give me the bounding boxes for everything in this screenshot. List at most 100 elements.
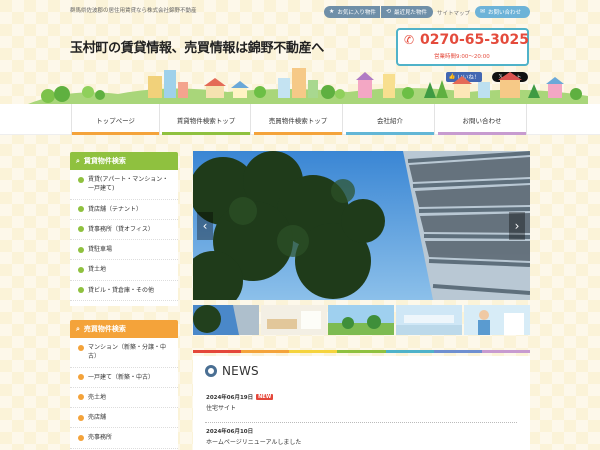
rent-item-residential[interactable]: 賃貸(アパート・マンション・一戸建て): [70, 170, 178, 200]
rent-heading-label: 賃貸物件検索: [83, 157, 126, 165]
nav-sale-search[interactable]: 売買物件検索トップ: [254, 104, 343, 135]
list-item-label: 賃貸(アパート・マンション・一戸建て): [88, 176, 169, 193]
new-badge: NEW: [256, 394, 274, 400]
rainbow-segment: [241, 350, 290, 353]
nav-underline: [254, 132, 342, 135]
slider-thumbnail-2[interactable]: [261, 305, 327, 335]
list-item-label: 貸事務所（貸オフィス）: [88, 225, 154, 233]
business-hours: 営業時間9:00～20:00: [434, 54, 490, 60]
search-icon: ⌕: [76, 156, 80, 165]
rainbow-segment: [433, 350, 482, 353]
list-item-label: 貸ビル・貸倉庫・その他: [88, 286, 155, 294]
phone-number: 0270-65-3025: [420, 32, 530, 48]
nav-top-page[interactable]: トップページ: [71, 104, 160, 135]
nav-underline: [162, 132, 250, 135]
slider-prev-button[interactable]: ‹: [197, 212, 213, 240]
sale-item-house[interactable]: 一戸建て（新築・中古）: [70, 368, 178, 388]
list-item-label: 売事務所: [88, 434, 113, 442]
sale-item-office[interactable]: 売事務所: [70, 428, 178, 449]
sale-search-heading: ⌕ 売買物件検索: [70, 320, 178, 338]
nav-rent-search[interactable]: 賃貸物件検索トップ: [162, 104, 251, 135]
news-date: 2024年06月19日 NEW: [206, 393, 274, 401]
rent-item-land[interactable]: 貸土地: [70, 260, 178, 281]
nav-underline: [438, 132, 526, 135]
bullet-icon: [78, 434, 84, 441]
slider-next-button[interactable]: ›: [509, 212, 525, 240]
rainbow-divider: [193, 350, 530, 353]
list-item-label: 貸店舗（テナント）: [88, 205, 143, 213]
rent-search-heading: ⌕ 賃貸物件検索: [70, 152, 178, 170]
sale-item-mansion[interactable]: マンション（新築・分譲・中古）: [70, 338, 178, 368]
news-item-link[interactable]: ホームページリニューアルしました: [206, 437, 301, 446]
news-item-link[interactable]: 住宅サイト: [206, 403, 236, 412]
history-icon: ⟲: [386, 8, 392, 15]
header-contact-button[interactable]: ✉ お問い合わせ: [475, 6, 530, 18]
star-icon: ★: [329, 8, 335, 15]
rainbow-segment: [481, 350, 530, 353]
site-tagline: 群馬県佐波郡の居住用賃貸なら株式会社錦野不動産: [70, 8, 197, 14]
list-item-label: 貸土地: [88, 266, 107, 274]
list-item-label: 一戸建て（新築・中古）: [88, 373, 155, 381]
list-item-label: 貸駐車場: [88, 246, 113, 254]
nav-label: 会社紹介: [377, 116, 403, 125]
list-item-label: 売土地: [88, 393, 107, 401]
nav-underline: [72, 132, 159, 135]
bullet-icon: [78, 226, 84, 233]
recent-viewed-button[interactable]: ⟲ 最近見た物件: [381, 6, 433, 18]
header-contact-label: お問い合わせ: [488, 10, 522, 16]
rainbow-segment: [289, 350, 338, 353]
bullet-icon: [78, 394, 84, 401]
favorites-label: お気に入り物件: [337, 10, 376, 16]
rainbow-segment: [337, 350, 386, 353]
sale-category-list: マンション（新築・分譲・中古） 一戸建て（新築・中古） 売土地 売店舗 売事務所: [70, 338, 178, 450]
phone-box[interactable]: ✆ 0270-65-3025 営業時間9:00～20:00: [396, 28, 529, 66]
bullet-icon: [78, 344, 84, 351]
bullet-icon: [78, 414, 84, 421]
news-title: NEWS: [222, 364, 259, 378]
bullet-icon: [78, 287, 84, 294]
sale-item-store[interactable]: 売店舗: [70, 408, 178, 429]
rent-item-office[interactable]: 貸事務所（貸オフィス）: [70, 220, 178, 241]
slider-thumbnail-5[interactable]: [464, 305, 530, 335]
sale-item-land[interactable]: 売土地: [70, 388, 178, 409]
chevron-left-icon: ‹: [202, 219, 208, 233]
list-item-label: マンション（新築・分譲・中古）: [88, 344, 167, 361]
sitemap-link[interactable]: サイトマップ: [437, 9, 470, 17]
chevron-right-icon: ›: [514, 219, 520, 233]
rainbow-segment: [385, 350, 434, 353]
slider-thumbnail-3[interactable]: [328, 305, 394, 335]
circle-icon: [205, 365, 217, 377]
sale-heading-label: 売買物件検索: [83, 325, 126, 333]
phone-icon: ✆: [404, 33, 415, 47]
nav-label: お問い合わせ: [462, 116, 502, 125]
nav-label: トップページ: [96, 116, 135, 125]
search-icon: ⌕: [76, 324, 80, 333]
bullet-icon: [78, 206, 84, 213]
slider-thumbnail-4[interactable]: [396, 305, 462, 335]
nav-underline: [346, 132, 434, 135]
news-date: 2024年06月10日: [206, 427, 253, 435]
nav-label: 賃貸物件検索トップ: [176, 116, 236, 125]
bullet-icon: [78, 374, 84, 381]
rent-item-parking[interactable]: 貸駐車場: [70, 240, 178, 261]
list-item-label: 売店舗: [88, 414, 107, 422]
news-divider: [205, 422, 517, 423]
rent-category-list: 賃貸(アパート・マンション・一戸建て) 貸店舗（テナント） 貸事務所（貸オフィス…: [70, 170, 178, 306]
nav-company[interactable]: 会社紹介: [346, 104, 435, 135]
bullet-icon: [78, 266, 84, 273]
bullet-icon: [78, 246, 84, 253]
mail-icon: ✉: [480, 8, 486, 15]
town-illustration: [28, 68, 588, 104]
nav-contact[interactable]: お問い合わせ: [438, 104, 527, 135]
recent-label: 最近見た物件: [394, 10, 428, 16]
rent-item-other[interactable]: 貸ビル・貸倉庫・その他: [70, 281, 178, 302]
page-title: 玉村町の賃貸情報、売買情報は錦野不動産へ: [70, 41, 325, 56]
news-date-text: 2024年06月10日: [206, 429, 254, 435]
nav-label: 売買物件検索トップ: [268, 116, 328, 125]
rainbow-segment: [193, 350, 242, 353]
slider-thumbnail-1[interactable]: [193, 305, 259, 335]
news-date-text: 2024年06月19日: [206, 395, 254, 401]
news-heading: NEWS: [205, 364, 259, 378]
favorites-button[interactable]: ★ お気に入り物件: [324, 6, 380, 18]
rent-item-store[interactable]: 貸店舗（テナント）: [70, 200, 178, 220]
